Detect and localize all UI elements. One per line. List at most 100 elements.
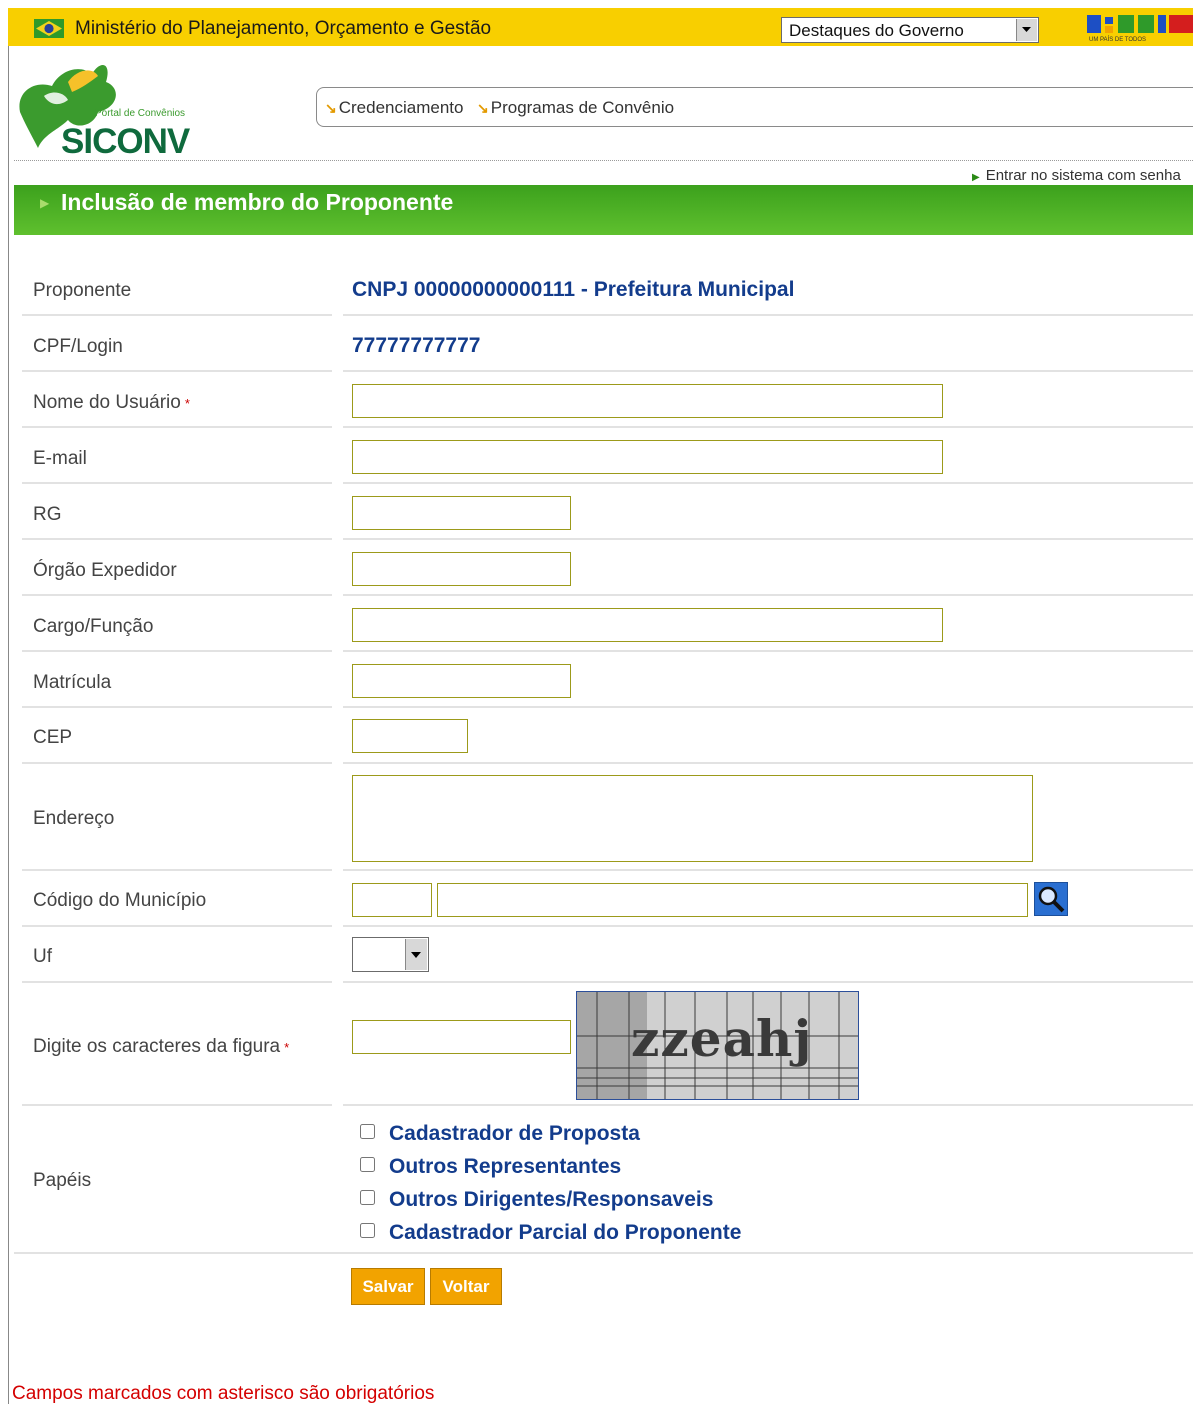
matricula-input[interactable] bbox=[352, 664, 571, 698]
row-divider bbox=[343, 314, 1193, 316]
row-divider bbox=[22, 594, 332, 596]
cep-input[interactable] bbox=[352, 719, 468, 753]
row-divider bbox=[343, 706, 1193, 708]
row-divider bbox=[343, 482, 1193, 484]
row-divider bbox=[22, 426, 332, 428]
arrow-icon: ↘ bbox=[477, 100, 489, 116]
required-asterisk: * bbox=[284, 1040, 290, 1055]
row-divider bbox=[22, 925, 332, 927]
menu-item-credenciamento[interactable]: ↘ Credenciamento bbox=[325, 98, 463, 118]
row-divider bbox=[343, 869, 1193, 871]
page-title-bar: ▶ Inclusão de membro do Proponente bbox=[14, 185, 1193, 235]
row-divider bbox=[22, 1104, 332, 1106]
endereco-textarea[interactable] bbox=[352, 775, 1033, 862]
row-divider bbox=[343, 538, 1193, 540]
row-divider bbox=[343, 594, 1193, 596]
nome-label-text: Nome do Usuário bbox=[33, 392, 181, 413]
proponente-value: CNPJ 00000000000111 - Prefeitura Municip… bbox=[352, 278, 795, 301]
role-checkbox[interactable] bbox=[360, 1124, 375, 1139]
ministry-title: Ministério do Planejamento, Orçamento e … bbox=[75, 18, 492, 39]
row-divider bbox=[343, 1104, 1193, 1106]
role-label: Cadastrador de Proposta bbox=[389, 1122, 640, 1145]
required-fields-note: Campos marcados com asterisco são obriga… bbox=[12, 1383, 435, 1404]
row-divider bbox=[22, 314, 332, 316]
row-divider bbox=[22, 650, 332, 652]
rg-label: RG bbox=[33, 504, 62, 525]
role-option[interactable]: Cadastrador Parcial do Proponente bbox=[360, 1221, 741, 1245]
orgao-label: Órgão Expedidor bbox=[33, 560, 177, 581]
row-divider bbox=[22, 482, 332, 484]
save-button[interactable]: Salvar bbox=[351, 1268, 425, 1305]
uf-select[interactable] bbox=[352, 937, 429, 972]
role-label: Outros Representantes bbox=[389, 1155, 622, 1178]
email-input[interactable] bbox=[352, 440, 943, 474]
row-divider bbox=[22, 981, 332, 983]
arrow-icon: ↘ bbox=[325, 100, 337, 116]
row-divider bbox=[22, 706, 332, 708]
cep-label: CEP bbox=[33, 727, 73, 748]
chevron-down-icon[interactable] bbox=[1016, 19, 1037, 41]
role-option[interactable]: Outros Dirigentes/Responsaveis bbox=[360, 1188, 713, 1212]
captcha-label-text: Digite os caracteres da figura bbox=[33, 1036, 281, 1057]
top-menu: ↘ Credenciamento ↘ Programas de Convênio bbox=[316, 87, 1193, 127]
role-checkbox[interactable] bbox=[360, 1157, 375, 1172]
row-divider bbox=[22, 869, 332, 871]
municipio-code-input[interactable] bbox=[352, 883, 432, 917]
captcha-image: zzeahj bbox=[576, 991, 859, 1100]
nome-input[interactable] bbox=[352, 384, 943, 418]
back-button[interactable]: Voltar bbox=[430, 1268, 502, 1305]
nome-label: Nome do Usuário * bbox=[33, 392, 190, 414]
email-label: E-mail bbox=[33, 448, 87, 469]
left-border bbox=[8, 46, 9, 1404]
cpf-value: 77777777777 bbox=[352, 334, 481, 357]
row-divider bbox=[14, 1252, 1193, 1254]
papeis-label: Papéis bbox=[33, 1170, 92, 1191]
login-link-label: Entrar no sistema com senha bbox=[985, 167, 1181, 184]
triangle-right-icon: ▶ bbox=[972, 172, 980, 183]
menu-item-label: Credenciamento bbox=[338, 98, 464, 117]
magnifier-icon bbox=[1038, 886, 1065, 913]
row-divider bbox=[343, 762, 1193, 764]
cargo-label: Cargo/Função bbox=[33, 616, 154, 637]
row-divider bbox=[22, 538, 332, 540]
triangle-right-icon: ▶ bbox=[40, 196, 50, 210]
rg-input[interactable] bbox=[352, 496, 571, 530]
row-divider bbox=[343, 981, 1193, 983]
menu-item-label: Programas de Convênio bbox=[490, 98, 675, 117]
required-asterisk: * bbox=[184, 396, 190, 411]
menu-item-programas[interactable]: ↘ Programas de Convênio bbox=[477, 98, 674, 118]
logo-subtitle: Portal de Convênios bbox=[95, 108, 186, 119]
role-checkbox[interactable] bbox=[360, 1223, 375, 1238]
logo-title: SICONV bbox=[61, 122, 190, 161]
role-option[interactable]: Cadastrador de Proposta bbox=[360, 1122, 640, 1146]
brazil-flag-icon bbox=[34, 19, 64, 38]
endereco-label: Endereço bbox=[33, 808, 115, 829]
chevron-down-icon[interactable] bbox=[405, 939, 427, 970]
government-bar: Ministério do Planejamento, Orçamento e … bbox=[8, 8, 1193, 46]
role-checkbox[interactable] bbox=[360, 1190, 375, 1205]
orgao-input[interactable] bbox=[352, 552, 571, 586]
brasil-logo[interactable]: UM PAÍS DE TODOS bbox=[1085, 11, 1193, 43]
row-divider bbox=[343, 426, 1193, 428]
cargo-input[interactable] bbox=[352, 608, 943, 642]
row-divider bbox=[343, 370, 1193, 372]
siconv-logo[interactable]: Portal de Convênios SICONV bbox=[14, 52, 224, 161]
municipio-name-input[interactable] bbox=[437, 883, 1028, 917]
row-divider bbox=[343, 925, 1193, 927]
proponente-label: Proponente bbox=[33, 280, 132, 301]
search-municipio-button[interactable] bbox=[1034, 882, 1068, 916]
cpf-label: CPF/Login bbox=[33, 336, 123, 357]
brasil-logo-subtitle: UM PAÍS DE TODOS bbox=[1089, 36, 1146, 43]
captcha-label: Digite os caracteres da figura * bbox=[33, 1036, 289, 1058]
row-divider bbox=[22, 370, 332, 372]
captcha-input[interactable] bbox=[352, 1020, 571, 1054]
uf-label: Uf bbox=[33, 946, 52, 967]
role-option[interactable]: Outros Representantes bbox=[360, 1155, 621, 1179]
role-label: Cadastrador Parcial do Proponente bbox=[389, 1221, 742, 1244]
divider bbox=[14, 160, 1193, 161]
government-highlights-select[interactable]: Destaques do Governo bbox=[781, 17, 1039, 43]
login-link[interactable]: ▶ Entrar no sistema com senha bbox=[972, 167, 1181, 184]
row-divider bbox=[343, 650, 1193, 652]
page-title: Inclusão de membro do Proponente bbox=[61, 189, 454, 215]
municipio-label: Código do Município bbox=[33, 890, 207, 911]
